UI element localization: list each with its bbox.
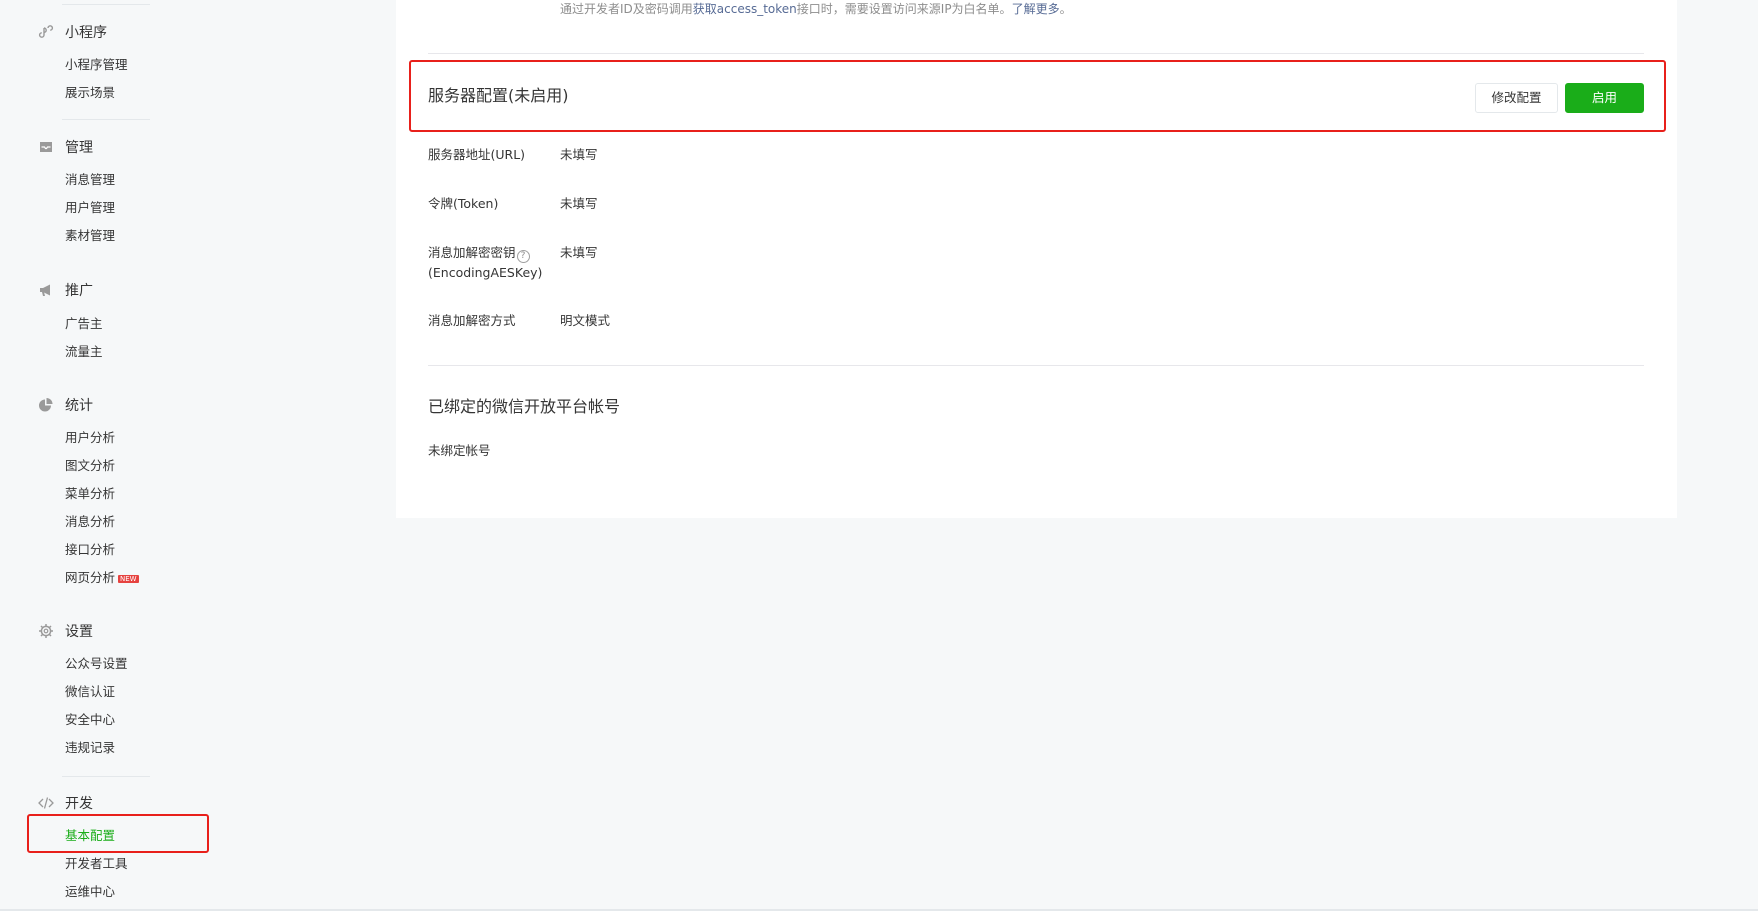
divider	[62, 119, 150, 120]
sidebar-item-message-management[interactable]: 消息管理	[65, 170, 115, 190]
sidebar-item-user-analysis[interactable]: 用户分析	[65, 428, 115, 448]
nav-group-header: 小程序	[38, 20, 107, 44]
sidebar-item-security-center[interactable]: 安全中心	[65, 710, 115, 730]
divider	[428, 365, 1644, 366]
sidebar-item-web-analysis[interactable]: 网页分析 NEW	[65, 568, 139, 588]
learn-more-link[interactable]: 了解更多	[1012, 2, 1060, 16]
note-text: 接口时，需要设置访问来源IP为白名单。	[796, 2, 1012, 16]
encoding-aes-key-label-line2: (EncodingAESKey)	[428, 265, 543, 280]
server-config-highlight	[409, 60, 1666, 132]
encoding-aes-key-label: 消息加解密密钥? (EncodingAESKey)	[428, 243, 542, 282]
sidebar: 小程序 小程序管理 展示场景 管理 消息管理 用户管理 素材管理 推广 广告主 …	[0, 0, 200, 911]
sidebar-item-mini-program-management[interactable]: 小程序管理	[65, 55, 128, 75]
bound-platform-title: 已绑定的微信开放平台帐号	[428, 397, 621, 416]
nav-group-title: 推广	[65, 283, 93, 299]
sidebar-item-advertiser[interactable]: 广告主	[65, 314, 103, 334]
megaphone-icon	[40, 284, 50, 296]
encryption-mode-label: 消息加解密方式	[428, 313, 516, 328]
nav-group-header: 统计	[38, 393, 93, 417]
help-icon[interactable]: ?	[516, 250, 530, 263]
note-text: 。	[1059, 2, 1072, 16]
divider	[62, 4, 150, 5]
nav-group-header: 设置	[38, 619, 93, 643]
inbox-icon	[40, 142, 52, 152]
sidebar-item-wechat-verification[interactable]: 微信认证	[65, 682, 115, 702]
pie-chart-icon	[39, 398, 53, 412]
token-label: 令牌(Token)	[428, 196, 499, 211]
sidebar-item-user-management[interactable]: 用户管理	[65, 198, 115, 218]
nav-group-title: 管理	[65, 140, 93, 156]
code-icon	[38, 797, 54, 809]
sidebar-item-menu-analysis[interactable]: 菜单分析	[65, 484, 115, 504]
sidebar-item-ops-center[interactable]: 运维中心	[65, 882, 115, 902]
nav-group-title: 设置	[65, 624, 93, 640]
encoding-aes-key-label-line1: 消息加解密密钥	[428, 245, 516, 260]
divider	[62, 776, 150, 777]
sidebar-item-developer-tools[interactable]: 开发者工具	[65, 854, 128, 874]
nav-group-title: 小程序	[65, 25, 107, 41]
gear-icon	[39, 624, 53, 638]
encryption-mode-value: 明文模式	[560, 313, 611, 328]
server-url-label: 服务器地址(URL)	[428, 147, 526, 162]
access-token-link[interactable]: 获取access_token	[693, 2, 797, 16]
basic-config-highlight	[27, 814, 209, 853]
divider	[428, 53, 1644, 54]
sidebar-item-label: 网页分析	[65, 570, 116, 585]
sidebar-item-account-settings[interactable]: 公众号设置	[65, 654, 128, 674]
nav-group-header: 开发	[38, 791, 93, 815]
nav-group-title: 开发	[65, 796, 93, 812]
sidebar-item-violation-records[interactable]: 违规记录	[65, 738, 115, 758]
nav-group-header: 管理	[38, 135, 93, 159]
sidebar-item-message-analysis[interactable]: 消息分析	[65, 512, 115, 532]
bound-platform-status: 未绑定帐号	[428, 443, 491, 458]
sidebar-item-material-management[interactable]: 素材管理	[65, 226, 115, 246]
nav-group-title: 统计	[65, 398, 93, 414]
sidebar-item-display-scenes[interactable]: 展示场景	[65, 83, 115, 103]
new-badge: NEW	[118, 575, 139, 583]
nav-group-header: 推广	[38, 278, 93, 302]
sidebar-item-interface-analysis[interactable]: 接口分析	[65, 540, 115, 560]
note-text: 通过开发者ID及密码调用	[560, 2, 693, 16]
encoding-aes-key-value: 未填写	[560, 245, 598, 260]
server-url-value: 未填写	[560, 147, 598, 162]
token-value: 未填写	[560, 196, 598, 211]
sidebar-item-publisher[interactable]: 流量主	[65, 342, 103, 362]
ip-whitelist-note: 通过开发者ID及密码调用获取access_token接口时，需要设置访问来源IP…	[560, 0, 1072, 17]
mini-program-icon	[38, 25, 54, 38]
sidebar-item-article-analysis[interactable]: 图文分析	[65, 456, 115, 476]
